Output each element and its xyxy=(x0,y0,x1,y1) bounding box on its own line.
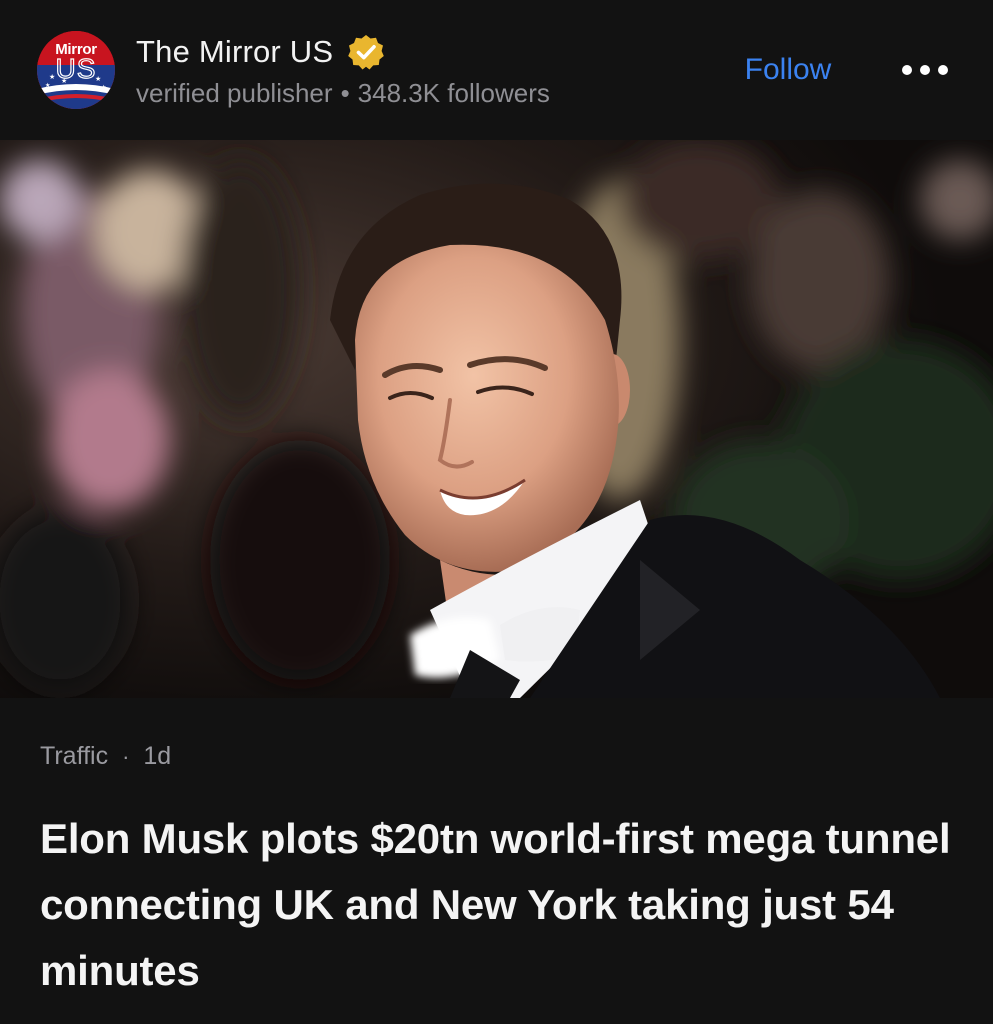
svg-text:★: ★ xyxy=(101,84,106,91)
more-horizontal-icon xyxy=(902,65,948,75)
more-options-button[interactable] xyxy=(897,52,953,88)
publisher-avatar[interactable]: ★ ★ ★ ★ ★ Mirror US xyxy=(37,31,115,109)
photo-man-in-tuxedo xyxy=(0,140,993,698)
publisher-name-row: The Mirror US xyxy=(136,30,385,74)
publisher-name[interactable]: The Mirror US xyxy=(136,34,333,70)
article-age: 1d xyxy=(143,742,172,770)
follower-count: 348.3K followers xyxy=(357,78,550,108)
publisher-subtitle: verified publisher • 348.3K followers xyxy=(136,78,550,109)
publisher-label: verified publisher xyxy=(136,78,333,108)
meta-separator: · xyxy=(122,743,130,769)
subtitle-separator: • xyxy=(340,78,350,108)
article-hero-image[interactable] xyxy=(0,140,993,698)
publisher-header: ★ ★ ★ ★ ★ Mirror US The Mirror US verifi… xyxy=(0,0,993,140)
verified-badge-icon xyxy=(348,35,385,70)
article-category[interactable]: Traffic xyxy=(40,742,108,771)
follow-button[interactable]: Follow xyxy=(720,48,856,92)
logo-region: US xyxy=(55,52,97,84)
article-meta: Traffic · 1d xyxy=(40,742,171,771)
article-headline[interactable]: Elon Musk plots $20tn world-first mega t… xyxy=(40,806,960,1004)
